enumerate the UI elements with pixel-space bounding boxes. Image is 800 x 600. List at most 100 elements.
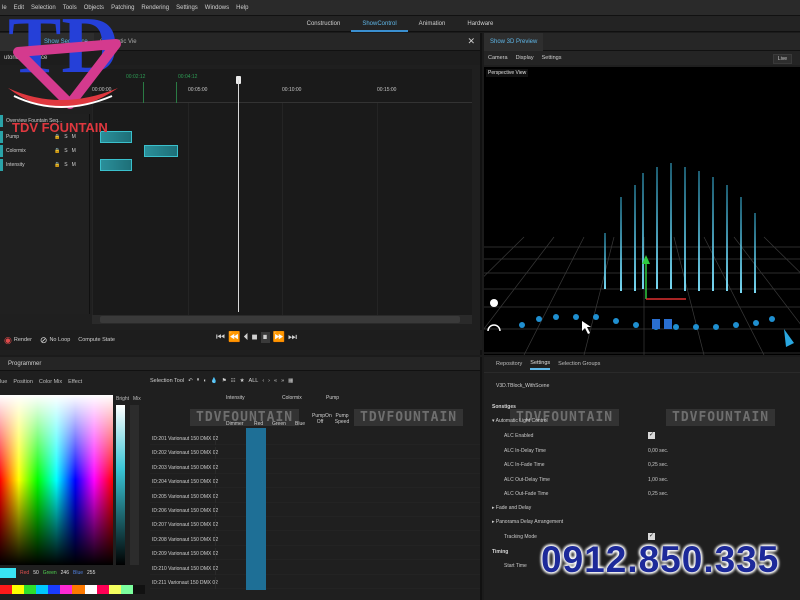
solo-button[interactable]: S — [64, 162, 67, 168]
lock-icon[interactable]: 🔒 — [54, 148, 60, 154]
color-swatch[interactable] — [96, 585, 109, 594]
mute-button[interactable]: M — [72, 148, 76, 154]
rewind-icon[interactable]: ⏪ — [228, 332, 240, 343]
table-row[interactable]: ID:201 Varionaut 150 DMX 02 — [150, 433, 480, 445]
setting-row[interactable]: ALC Enabled ✓ — [492, 430, 792, 442]
pause-icon[interactable]: ⏸ — [197, 377, 200, 384]
setting-row[interactable]: ALC Out-Delay Time 1,00 sec. — [492, 474, 792, 486]
playhead[interactable] — [238, 80, 239, 312]
setting-row[interactable]: ALC Out-Fade Time 0,25 sec. — [492, 488, 792, 500]
table-row[interactable]: ID:204 Varionaut 150 DMX 02 — [150, 476, 480, 489]
setting-value[interactable]: 0,25 sec. — [648, 462, 668, 468]
setting-value[interactable]: 1,00 sec. — [648, 477, 668, 483]
tab-construction[interactable]: Construction — [296, 16, 352, 32]
group-fade-and-delay[interactable]: ▸ Fade and Delay — [492, 505, 531, 511]
table-row[interactable]: ID:210 Varionaut 150 DMX 02 — [150, 562, 480, 575]
color-swatch[interactable] — [132, 585, 145, 594]
display-menu[interactable]: Display — [516, 55, 534, 61]
table-row[interactable]: ID:205 Varionaut 150 DMX 02 — [150, 490, 480, 503]
skip-back-icon[interactable]: ⏮ — [216, 332, 225, 343]
close-icon[interactable]: ✕ — [467, 36, 475, 47]
timeline-scrollbar[interactable] — [92, 315, 472, 324]
color-swatch[interactable] — [84, 585, 97, 594]
scrollbar-thumb[interactable] — [100, 316, 460, 323]
setting-value[interactable]: 0,25 sec. — [648, 491, 668, 497]
solo-button[interactable]: S — [64, 148, 67, 154]
setting-value[interactable]: 0,00 sec. — [648, 448, 668, 454]
selection-tool-button[interactable]: Selection Tool — [150, 378, 184, 384]
menu-windows[interactable]: Windows — [205, 5, 229, 11]
group-panorama-delay[interactable]: ▸ Panorama Delay Arrangement — [492, 519, 563, 525]
3d-viewport[interactable]: Perspective View — [484, 67, 800, 355]
color-swatch[interactable] — [0, 585, 13, 594]
undo-icon[interactable]: ↶ — [188, 378, 193, 384]
tab-repository[interactable]: Repository — [496, 361, 522, 369]
settings-menu[interactable]: Settings — [542, 55, 562, 61]
loop-toggle[interactable]: ⊘ No Loop — [40, 335, 70, 346]
cue-block-colormix[interactable] — [144, 145, 178, 157]
mute-button[interactable]: M — [72, 162, 76, 168]
table-row[interactable]: ID:203 Varionaut 150 DMX 02 — [150, 461, 480, 474]
table-row[interactable]: ID:202 Varionaut 150 DMX 02 — [150, 447, 480, 460]
prev-icon[interactable]: ‹ — [262, 378, 264, 384]
column-pump-speed[interactable]: Pump Speed — [334, 413, 350, 425]
tab-selection-groups[interactable]: Selection Groups — [558, 361, 600, 369]
lock-icon[interactable]: 🔒 — [54, 162, 60, 168]
star-icon[interactable]: ★ — [240, 378, 245, 384]
first-icon[interactable]: « — [274, 378, 277, 384]
green-value[interactable]: 246 — [61, 570, 69, 576]
tab-animation[interactable]: Animation — [408, 16, 457, 32]
fast-forward-icon[interactable]: ⏩ — [273, 332, 285, 343]
tab-show-3d-preview[interactable]: Show 3D Preview — [484, 32, 544, 51]
color-swatch[interactable] — [36, 585, 49, 594]
timeline-area[interactable] — [92, 103, 472, 315]
setting-row[interactable]: ALC In-Fade Time 0,25 sec. — [492, 459, 792, 471]
record-button[interactable]: ◉ Render — [4, 335, 32, 346]
table-row[interactable]: ID:208 Varionaut 150 DMX 02 — [150, 533, 480, 546]
step-back-icon[interactable]: ⏴ — [243, 332, 248, 343]
menu-settings[interactable]: Settings — [176, 5, 198, 11]
next-icon[interactable]: › — [268, 378, 270, 384]
tab-settings[interactable]: Settings — [530, 360, 551, 370]
pause-icon[interactable]: ⏸ — [260, 332, 270, 343]
tab-showcontrol[interactable]: ShowControl — [351, 16, 408, 32]
tab-effect[interactable]: Effect — [68, 379, 82, 385]
tab-value[interactable]: lue — [0, 379, 7, 385]
drop-icon[interactable]: 💧 — [211, 378, 218, 384]
mix-slider[interactable] — [130, 405, 139, 565]
menu-help[interactable]: Help — [236, 5, 248, 11]
tab-color-mix[interactable]: Color Mix — [39, 379, 62, 385]
column-pump-on-off[interactable]: PumpOn Off — [312, 413, 332, 425]
brightness-slider[interactable] — [116, 405, 125, 565]
menu-rendering[interactable]: Rendering — [141, 5, 169, 11]
grid-icon[interactable]: ▦ — [288, 378, 293, 384]
setting-row[interactable]: ALC In-Delay Time 0,00 sec. — [492, 445, 792, 457]
color-swatch[interactable] — [12, 585, 25, 594]
blue-value[interactable]: 255 — [87, 570, 95, 576]
camera-menu[interactable]: Camera — [488, 55, 508, 61]
compute-state-button[interactable]: Compute State — [78, 337, 115, 343]
tab-hardware[interactable]: Hardware — [456, 16, 504, 32]
red-value[interactable]: 50 — [33, 570, 39, 576]
color-picker[interactable] — [0, 395, 113, 565]
table-row[interactable]: ID:209 Varionaut 150 DMX 02 — [150, 548, 480, 561]
group-icon[interactable]: ☷ — [231, 378, 236, 384]
flag-icon[interactable]: ⚑ — [222, 378, 227, 384]
table-row[interactable]: ID:207 Varionaut 150 DMX 02 — [150, 519, 480, 532]
track-row[interactable]: Colormix 🔒 S M — [0, 144, 90, 158]
live-button[interactable]: Live — [772, 54, 792, 64]
color-swatch[interactable] — [24, 585, 37, 594]
color-swatch[interactable] — [108, 585, 121, 594]
color-swatch[interactable] — [48, 585, 61, 594]
cue-block-intensity[interactable] — [100, 159, 132, 171]
color-swatch[interactable] — [72, 585, 85, 594]
table-row[interactable]: ID:211 Varionaut 150 DMX 02 — [150, 577, 480, 589]
setting-checkbox[interactable]: ✓ — [648, 432, 655, 439]
tab-position[interactable]: Position — [13, 379, 33, 385]
timeline-ruler[interactable]: 00:02:12 00:04:12 00:00:00 00:05:00 00:1… — [92, 69, 472, 103]
select-all-button[interactable]: ALL — [249, 378, 259, 384]
last-icon[interactable]: » — [281, 378, 284, 384]
stop-icon[interactable]: ■ — [251, 332, 257, 343]
track-row[interactable]: Intensity 🔒 S M — [0, 158, 90, 172]
color-swatch[interactable] — [60, 585, 73, 594]
